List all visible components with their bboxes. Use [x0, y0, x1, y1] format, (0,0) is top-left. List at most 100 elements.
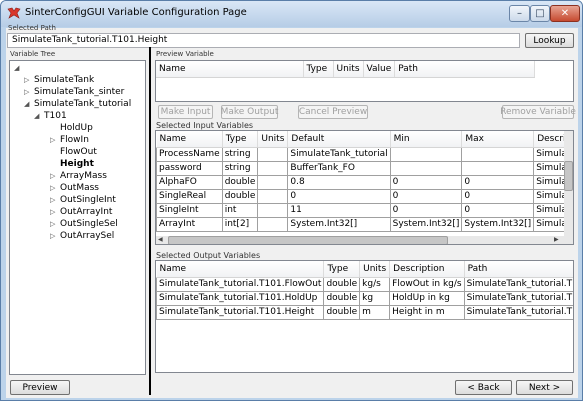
input-variable-row[interactable]: SingleRealdouble000SimulateTank [156, 188, 573, 204]
vertical-scroll-thumb[interactable] [564, 161, 573, 191]
input-column-header[interactable]: Default [287, 131, 391, 148]
table-cell[interactable]: int[2] [221, 216, 259, 232]
lookup-button[interactable]: Lookup [525, 33, 574, 48]
input-variables-table[interactable]: NameTypeUnitsDefaultMinMaxDescription Pr… [155, 130, 574, 245]
output-variable-row[interactable]: SimulateTank_tutorial.T101.HoldUp double k… [156, 290, 573, 306]
input-column-header[interactable]: Type [222, 131, 259, 148]
cancel-preview-button[interactable]: Cancel Preview [298, 105, 368, 119]
tree-item[interactable]: SimulateTank [34, 75, 94, 85]
tree-item[interactable]: OutMass [60, 183, 99, 193]
table-cell[interactable]: string [221, 160, 259, 176]
table-cell[interactable] [389, 146, 463, 162]
table-cell[interactable]: 0 [389, 174, 463, 190]
table-cell[interactable]: 0 [461, 174, 535, 190]
collapsed-triangle-icon[interactable]: ▷ [50, 184, 55, 192]
table-cell[interactable] [257, 202, 289, 218]
table-cell[interactable]: Height in m [389, 304, 465, 320]
title-bar[interactable]: SinterConfigGUI Variable Configuration P… [1, 1, 582, 27]
input-variable-row[interactable]: AlphaFOdouble0.800SimulateTank [156, 174, 573, 190]
table-cell[interactable]: double [221, 188, 259, 204]
table-cell[interactable]: 0 [389, 202, 463, 218]
tree-item[interactable]: FlowIn [60, 135, 89, 145]
table-cell[interactable]: AlphaFO [156, 174, 223, 190]
collapsed-triangle-icon[interactable]: ▷ [50, 232, 55, 240]
output-column-header[interactable]: Description [389, 261, 465, 278]
table-cell[interactable]: SimulateTank_tutorial.T101.Height [156, 304, 325, 320]
maximize-button[interactable]: □ [530, 5, 550, 22]
table-cell[interactable]: SingleReal [156, 188, 223, 204]
table-cell[interactable]: m [359, 304, 391, 320]
tree-item[interactable]: T101 [44, 111, 67, 121]
input-variable-row[interactable]: ArrayInt int[2] System.Int32[] System.Int32… [156, 216, 573, 232]
output-column-header[interactable]: Type [323, 261, 361, 278]
tree-item[interactable]: Height [60, 159, 94, 169]
tree-item[interactable]: SimulateTank_tutorial [34, 99, 131, 109]
preview-column-header[interactable]: Path [394, 61, 536, 78]
collapsed-triangle-icon[interactable]: ▷ [50, 208, 55, 216]
tree-item[interactable]: OutArraySel [60, 231, 114, 241]
tree-item[interactable]: OutArrayInt [60, 207, 112, 217]
table-cell[interactable]: 0 [461, 188, 535, 204]
table-cell[interactable]: double [221, 174, 259, 190]
input-table-vertical-scrollbar[interactable] [564, 131, 573, 244]
table-cell[interactable] [461, 160, 535, 176]
preview-column-header[interactable]: Value [363, 61, 396, 78]
table-cell[interactable]: string [221, 146, 259, 162]
tree-item[interactable]: SimulateTank_sinter [34, 87, 124, 97]
scroll-right-icon[interactable]: ▶ [554, 236, 559, 243]
input-column-header[interactable]: Min [390, 131, 463, 148]
close-button[interactable]: ✕ [550, 5, 580, 22]
table-cell[interactable]: 0 [461, 202, 535, 218]
table-cell[interactable] [257, 216, 289, 232]
output-column-header[interactable]: Path [464, 261, 573, 278]
output-column-header[interactable]: Name [156, 261, 325, 278]
expanded-triangle-icon[interactable]: ◢ [24, 100, 29, 108]
preview-column-header[interactable]: Type [303, 61, 334, 78]
collapsed-triangle-icon[interactable]: ▷ [24, 88, 29, 96]
table-cell[interactable]: password [156, 160, 223, 176]
output-column-header[interactable]: Units [359, 261, 391, 278]
table-cell[interactable]: double [323, 276, 361, 292]
table-cell[interactable] [389, 160, 463, 176]
tree-item[interactable]: OutSingleSel [60, 219, 118, 229]
collapsed-triangle-icon[interactable]: ▷ [50, 196, 55, 204]
horizontal-scroll-thumb[interactable] [168, 236, 448, 244]
table-cell[interactable]: SimulateTank_tutorial.T101.Height [463, 304, 573, 320]
collapsed-triangle-icon[interactable]: ▷ [24, 76, 29, 84]
table-cell[interactable]: SimulateTank_tutorial [287, 146, 391, 162]
input-column-header[interactable]: Units [257, 131, 289, 148]
table-cell[interactable]: System.Int32[] [389, 216, 463, 232]
back-button[interactable]: < Back [455, 380, 512, 395]
table-cell[interactable]: double [323, 304, 361, 320]
input-column-header[interactable]: Name [156, 131, 223, 148]
remove-variable-button[interactable]: Remove Variable [500, 105, 576, 119]
table-cell[interactable]: ArrayInt [156, 216, 223, 232]
minimize-button[interactable]: – [509, 5, 530, 22]
table-cell[interactable] [257, 160, 289, 176]
variable-tree[interactable]: ◢ ▷ SimulateTank ▷ SimulateTank_sinter ◢ Simul… [9, 60, 146, 375]
table-cell[interactable] [257, 174, 289, 190]
make-output-button[interactable]: Make Output [221, 105, 278, 119]
table-cell[interactable]: SimulateTank_tutorial.T101.HoldUp [463, 290, 573, 306]
table-cell[interactable]: SimulateTank_tutorial.T101.FlowOut [156, 276, 325, 292]
table-cell[interactable] [461, 146, 535, 162]
tree-item[interactable]: ArrayMass [60, 171, 107, 181]
preview-button[interactable]: Preview [10, 380, 70, 395]
input-variable-row[interactable]: SingleIntint1100SimulateTank [156, 202, 573, 218]
selected-path-input[interactable]: SimulateTank_tutorial.T101.Height [7, 33, 520, 48]
preview-table[interactable]: Name Type Units Value Path [155, 60, 574, 102]
table-cell[interactable]: BufferTank_FO [287, 160, 391, 176]
collapsed-triangle-icon[interactable]: ▷ [50, 220, 55, 228]
table-cell[interactable]: 0.8 [287, 174, 391, 190]
collapsed-triangle-icon[interactable]: ▷ [50, 172, 55, 180]
panel-splitter[interactable] [149, 47, 151, 395]
input-column-header[interactable]: Max [461, 131, 535, 148]
collapsed-triangle-icon[interactable]: ▷ [50, 136, 55, 144]
output-variables-table[interactable]: Name Type Units Description Path SimulateTan… [155, 260, 574, 373]
table-cell[interactable]: kg/s [359, 276, 391, 292]
table-cell[interactable]: double [323, 290, 361, 306]
scroll-left-icon[interactable]: ◀ [158, 236, 163, 243]
table-cell[interactable] [257, 146, 289, 162]
expanded-triangle-icon[interactable]: ◢ [14, 64, 19, 72]
preview-column-header[interactable]: Name [156, 61, 304, 78]
